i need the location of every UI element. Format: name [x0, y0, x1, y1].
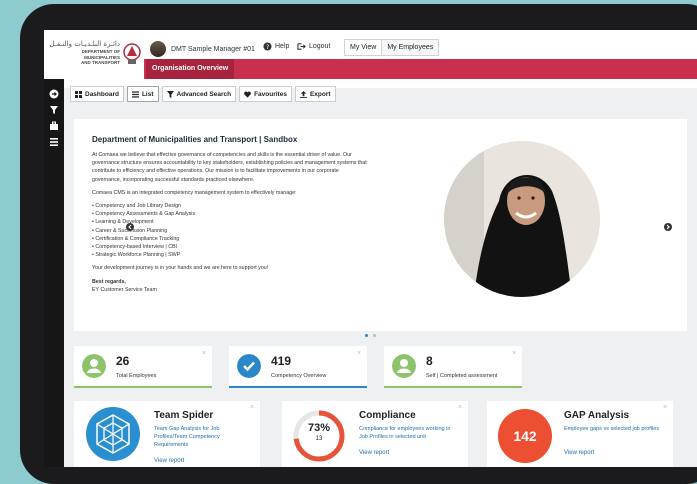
list-icon: [131, 90, 139, 98]
tab-my-view[interactable]: My View: [345, 40, 383, 55]
list-button[interactable]: List: [126, 86, 159, 102]
woman-portrait-image: [444, 141, 600, 297]
heart-icon: [244, 91, 251, 98]
stat-accent-bar: [384, 386, 522, 388]
stat-label: Self | Completed assessment: [426, 373, 498, 379]
close-icon[interactable]: ×: [202, 350, 206, 357]
user-icon: [82, 354, 106, 378]
logout-label: Logout: [309, 43, 331, 50]
favourites-label: Favourites: [254, 90, 287, 98]
close-icon[interactable]: ×: [250, 404, 254, 411]
list-item: Certification & Compliance Tracking: [92, 235, 367, 243]
logo-english-line2: AND TRANSPORT: [81, 60, 120, 65]
compliance-percent: 73%: [307, 422, 331, 434]
welcome-paragraph-1: At Comaea we believe that effective gove…: [92, 152, 367, 183]
feature-title: Team Spider: [154, 410, 214, 421]
feature-description: Employee gaps vs selected job profiles: [564, 426, 660, 432]
user-name: DMT Sample Manager #01: [171, 45, 255, 53]
feature-card-compliance[interactable]: 73% 13 Compliance Compliance for employe…: [282, 401, 468, 467]
grid-icon: [75, 90, 82, 98]
gap-value-badge: 142: [498, 409, 552, 463]
feature-title: Compliance: [359, 410, 416, 421]
stat-label: Competency Overview: [271, 373, 327, 379]
tab-organisation-overview[interactable]: Organisation Overview: [146, 59, 235, 79]
view-report-link[interactable]: View report: [564, 450, 594, 456]
stat-card-competency-overview[interactable]: 419 Competency Overview ×: [229, 346, 367, 388]
list-icon[interactable]: [49, 137, 59, 147]
export-button[interactable]: Export: [294, 86, 336, 102]
welcome-carousel: Department of Municipalities and Transpo…: [74, 119, 687, 331]
feature-card-gap-analysis[interactable]: 142 GAP Analysis Employee gaps vs select…: [487, 401, 673, 467]
close-icon[interactable]: ×: [357, 350, 361, 357]
carousel-dot-1[interactable]: [365, 334, 368, 337]
view-report-link[interactable]: View report: [154, 458, 184, 464]
list-item: Competency-based Interview | CBI: [92, 243, 367, 251]
close-icon[interactable]: ×: [458, 404, 462, 411]
view-toolbar: Dashboard List Advanced Search Favourite…: [70, 86, 336, 102]
feature-description: Team Gap Analysis for Job Profiles/Team …: [154, 426, 220, 448]
view-tabs: My View My Employees: [344, 39, 440, 56]
feature-card-team-spider[interactable]: Team Spider Team Gap Analysis for Job Pr…: [74, 401, 260, 467]
arrow-right-icon[interactable]: [49, 89, 59, 99]
stat-accent-bar: [74, 386, 212, 388]
stat-card-total-employees[interactable]: 26 Total Employees ×: [74, 346, 212, 388]
close-icon[interactable]: ×: [512, 350, 516, 357]
spider-web-icon: [86, 407, 140, 461]
carousel-prev-button[interactable]: [126, 223, 134, 231]
stat-value: 419: [271, 354, 292, 368]
export-label: Export: [309, 90, 331, 98]
briefcase-icon[interactable]: [49, 121, 59, 131]
dashboard-label: Dashboard: [85, 90, 119, 98]
carousel-dot-2[interactable]: [373, 334, 376, 337]
carousel-pagination: [365, 334, 376, 337]
advanced-search-button[interactable]: Advanced Search: [161, 86, 237, 102]
view-report-link[interactable]: View report: [359, 450, 389, 456]
welcome-paragraph-3: Your development journey is in your hand…: [92, 265, 269, 272]
chevron-right-icon: [666, 224, 670, 230]
dashboard-button[interactable]: Dashboard: [70, 86, 124, 102]
stat-value: 8: [426, 354, 433, 368]
signature-line-1: Best regards,: [92, 278, 126, 285]
list-label: List: [141, 90, 154, 98]
logo-arabic-text: دائـرة البلـديـات والنـقـل: [49, 40, 120, 48]
emblem-icon: [123, 43, 141, 64]
help-icon: ?: [263, 42, 272, 51]
compliance-count: 13: [315, 436, 323, 442]
list-item: Competency Assessments & Gap Analysis: [92, 210, 367, 218]
welcome-title: Department of Municipalities and Transpo…: [92, 135, 298, 144]
logo-english-line1: DEPARTMENT OF MUNICIPALITIES: [81, 49, 120, 60]
stat-card-completed-assessment[interactable]: 8 Self | Completed assessment ×: [384, 346, 522, 388]
help-link[interactable]: ? Help: [263, 42, 289, 51]
export-icon: [299, 90, 307, 98]
help-label: Help: [275, 43, 290, 50]
advanced-search-label: Advanced Search: [176, 90, 232, 98]
checkmark-icon: [237, 354, 261, 378]
app-screen: دائـرة البلـديـات والنـقـل DEPARTMENT OF…: [44, 30, 697, 467]
close-icon[interactable]: ×: [663, 404, 667, 411]
feature-title: GAP Analysis: [564, 410, 630, 421]
favourites-button[interactable]: Favourites: [239, 86, 292, 102]
feature-description: Compliance for employees working in Job …: [359, 426, 451, 440]
filter-icon[interactable]: [49, 105, 59, 115]
stat-accent-bar: [229, 386, 367, 388]
stat-value: 26: [116, 354, 130, 368]
carousel-next-button[interactable]: [664, 223, 672, 231]
avatar: [150, 41, 166, 57]
list-item: Strategic Workforce Planning | SWP: [92, 251, 367, 259]
welcome-paragraph-2: Comaea CMS is an integrated competency m…: [92, 189, 297, 196]
sidebar: [44, 79, 64, 467]
carousel-photo: [444, 141, 600, 297]
user-icon: [392, 354, 416, 378]
chevron-left-icon: [128, 224, 132, 230]
top-bar: دائـرة البلـديـات والنـقـل DEPARTMENT OF…: [44, 30, 697, 88]
list-item: Competency and Job Library Design: [92, 202, 367, 210]
signature-line-2: EY Customer Service Team: [92, 286, 157, 293]
stat-label: Total Employees: [116, 373, 157, 379]
user-menu[interactable]: DMT Sample Manager #01: [150, 38, 255, 60]
logout-link[interactable]: Logout: [297, 42, 330, 51]
logout-icon: [297, 43, 306, 50]
tab-my-employees[interactable]: My Employees: [382, 40, 438, 55]
svg-text:?: ?: [266, 44, 269, 51]
filter-icon: [166, 90, 174, 98]
